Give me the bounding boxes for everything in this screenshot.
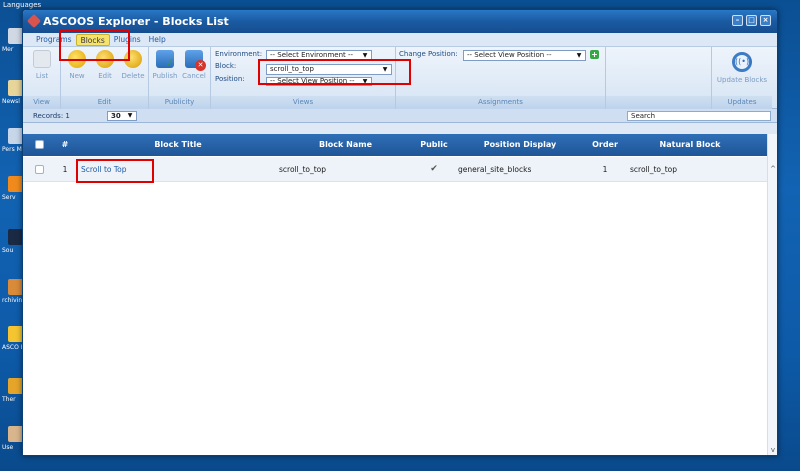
position-label: Position: [215, 75, 245, 83]
menu-help[interactable]: Help [145, 34, 170, 46]
table-row[interactable]: 1 Scroll to Top scroll_to_top ✔ general_… [23, 157, 769, 182]
ribbon-group-publicity: Publish Cancel Publicity [149, 47, 211, 109]
ribbon-group-views: Environment: -- Select Environment -- ▼ … [211, 47, 396, 109]
records-bar: Records: 1 30 ▼ Search [23, 109, 777, 123]
menu-blocks[interactable]: Blocks [75, 33, 110, 46]
scroll-up-icon[interactable]: ^ [768, 164, 777, 174]
environment-select[interactable]: -- Select Environment -- ▼ [266, 50, 372, 61]
column-header-natural-block[interactable]: Natural Block [625, 134, 755, 156]
block-select[interactable]: scroll_to_top ▼ [266, 64, 392, 75]
menu-plugins[interactable]: Plugins [110, 34, 145, 46]
group-caption-edit: Edit [61, 96, 148, 109]
cancel-icon [185, 50, 206, 71]
ribbon-group-view: List View [23, 47, 61, 109]
column-header-public[interactable]: Public [413, 134, 455, 156]
group-caption-assignments: Assignments [396, 96, 605, 109]
table-header: # Block Title Block Name Public Position… [23, 134, 769, 156]
position-select[interactable]: -- Select View Position -- ▼ [266, 77, 372, 86]
chevron-down-icon: ▼ [362, 78, 368, 85]
column-header-position-display[interactable]: Position Display [455, 134, 585, 156]
chevron-down-icon: ▼ [127, 112, 133, 119]
table-scrollbar[interactable]: ^ v [767, 134, 777, 455]
edit-button[interactable]: Edit [92, 50, 118, 80]
row-block-title-link[interactable]: Scroll to Top [81, 157, 127, 182]
maximize-button[interactable]: □ [746, 15, 757, 26]
row-number: 1 [62, 165, 68, 174]
menu-programs[interactable]: Programs [32, 34, 76, 46]
app-logo-icon [26, 13, 42, 29]
column-header-block-title[interactable]: Block Title [78, 134, 278, 156]
public-check-icon[interactable]: ✔ [413, 157, 455, 182]
update-blocks-button[interactable]: ((•)) Update Blocks [712, 52, 772, 84]
minimize-button[interactable]: – [732, 15, 743, 26]
group-caption-views: Views [211, 96, 395, 109]
row-natural-block: scroll_to_top [630, 165, 678, 174]
list-button[interactable]: List [29, 50, 55, 80]
blocks-table: # Block Title Block Name Public Position… [23, 134, 769, 455]
cancel-button[interactable]: Cancel [181, 50, 207, 80]
records-count: Records: 1 [33, 112, 70, 120]
delete-button[interactable]: Delete [120, 50, 146, 80]
group-caption-updates: Updates [712, 96, 772, 109]
chevron-down-icon: ▼ [382, 66, 388, 73]
ribbon-group-empty [606, 47, 712, 109]
change-position-label: Change Position: [399, 50, 458, 58]
publish-button[interactable]: Publish [152, 50, 178, 80]
publish-icon [156, 50, 174, 68]
chevron-down-icon: ▼ [362, 52, 368, 59]
row-order: 1 [602, 165, 608, 174]
per-page-select[interactable]: 30 ▼ [107, 111, 137, 121]
column-header-block-name[interactable]: Block Name [278, 134, 413, 156]
refresh-icon: ((•)) [732, 52, 752, 72]
scroll-down-icon[interactable]: v [768, 445, 777, 455]
add-position-button[interactable]: + [590, 50, 599, 59]
window-titlebar[interactable]: ASCOOS Explorer - Blocks List – □ × [23, 10, 777, 33]
environment-label: Environment: [215, 50, 263, 58]
close-button[interactable]: × [760, 15, 771, 26]
list-icon [33, 50, 51, 68]
column-header-order[interactable]: Order [585, 134, 625, 156]
search-input[interactable]: Search [627, 111, 771, 121]
group-caption-view: View [23, 96, 60, 109]
delete-block-icon [124, 50, 142, 68]
blocks-list-window: ASCOOS Explorer - Blocks List – □ × Prog… [22, 9, 778, 456]
new-block-icon [68, 50, 86, 68]
window-title: ASCOOS Explorer - Blocks List [43, 15, 229, 28]
block-label: Block: [215, 62, 237, 70]
ribbon-group-updates: ((•)) Update Blocks Updates [712, 47, 772, 109]
ribbon-group-edit: New Edit Delete Edit [61, 47, 149, 109]
change-position-select[interactable]: -- Select View Position -- ▼ [463, 50, 586, 61]
row-position-display: general_site_blocks [458, 165, 532, 174]
menu-bar: Programs Blocks Plugins Help [23, 33, 777, 47]
select-all-checkbox[interactable] [35, 140, 44, 149]
row-block-name: scroll_to_top [279, 165, 327, 174]
column-header-number[interactable]: # [55, 134, 75, 156]
ribbon-group-assignments: Change Position: -- Select View Position… [396, 47, 606, 109]
chevron-down-icon: ▼ [576, 52, 582, 59]
group-caption-publicity: Publicity [149, 96, 210, 109]
ribbon-toolbar: List View New Edit Delete Edit Pub [23, 47, 777, 109]
new-button[interactable]: New [64, 50, 90, 80]
edit-block-icon [96, 50, 114, 68]
row-checkbox[interactable] [35, 165, 44, 174]
